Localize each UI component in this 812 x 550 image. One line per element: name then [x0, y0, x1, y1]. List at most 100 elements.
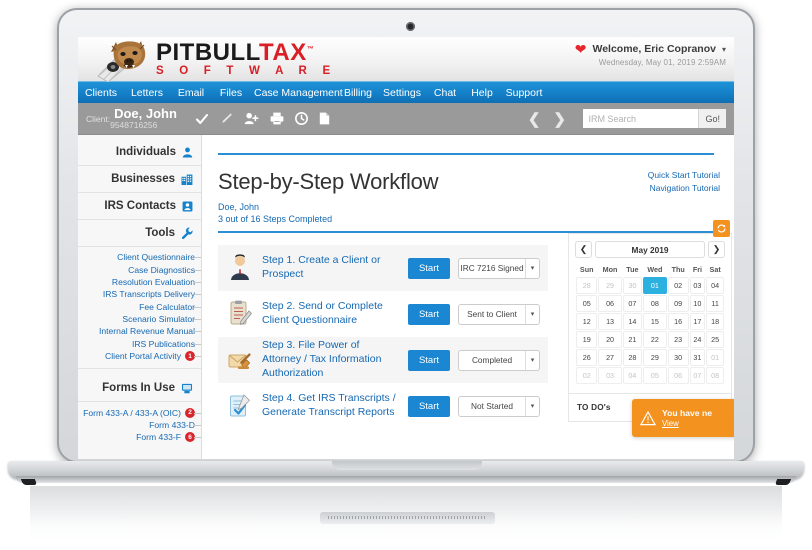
calendar-day-cell[interactable]: 25 [706, 331, 724, 348]
nav-item-settings[interactable]: Settings [378, 87, 426, 99]
step-status-select[interactable]: Not Started ▾ [458, 395, 540, 417]
sidebar-tool-link-7[interactable]: IRS Publications [78, 338, 201, 350]
sidebar-tool-link-3[interactable]: IRS Transcripts Delivery [78, 288, 201, 300]
calendar-day-cell[interactable]: 08 [706, 367, 724, 384]
calendar-day-cell[interactable]: 16 [667, 313, 689, 330]
sidebar-form-link-2[interactable]: Form 433-F 6 [78, 431, 201, 443]
calendar-day-cell[interactable]: 24 [689, 331, 706, 348]
calendar-day-cell[interactable]: 01 [643, 277, 667, 294]
navigation-tutorial-link[interactable]: Navigation Tutorial [648, 182, 720, 195]
sidebar-tool-link-5[interactable]: Scenario Simulator [78, 313, 201, 325]
calendar-day-cell[interactable]: 23 [667, 331, 689, 348]
calendar-day-cell[interactable]: 04 [622, 367, 643, 384]
search-input[interactable] [583, 109, 699, 128]
calendar-day-cell[interactable]: 09 [667, 295, 689, 312]
nav-item-help[interactable]: Help [464, 87, 500, 99]
nav-item-chat[interactable]: Chat [426, 87, 464, 99]
calendar-day-cell[interactable]: 01 [706, 349, 724, 366]
sidebar-item-forms-in-use[interactable]: Forms In Use [78, 375, 201, 403]
calendar-day-cell[interactable]: 21 [622, 331, 643, 348]
calendar-day-cell[interactable]: 28 [622, 349, 643, 366]
step-status-select[interactable]: Sent to Client ▾ [458, 303, 540, 325]
calendar-day-cell[interactable]: 06 [667, 367, 689, 384]
calendar-day-cell[interactable]: 30 [622, 277, 643, 294]
calendar-day-cell[interactable]: 05 [643, 367, 667, 384]
nav-item-files[interactable]: Files [212, 87, 250, 99]
sidebar-tool-link-4[interactable]: Fee Calculator [78, 301, 201, 313]
calendar-day-cell[interactable]: 05 [576, 295, 598, 312]
sidebar-item-irs-contacts[interactable]: IRS Contacts [78, 193, 201, 220]
sidebar-tool-link-1[interactable]: Case Diagnostics [78, 263, 201, 275]
calendar-day-cell[interactable]: 02 [667, 277, 689, 294]
calendar-day-cell[interactable]: 22 [643, 331, 667, 348]
calendar-day-cell[interactable]: 26 [576, 349, 598, 366]
calendar-day-cell[interactable]: 27 [598, 349, 622, 366]
calendar-day-cell[interactable]: 20 [598, 331, 622, 348]
sidebar-tool-link-6[interactable]: Internal Revenue Manual [78, 325, 201, 337]
calendar-month-label[interactable]: May 2019 [595, 241, 705, 258]
calendar-day-cell[interactable]: 29 [598, 277, 622, 294]
calendar-day-cell[interactable]: 17 [689, 313, 706, 330]
nav-item-clients[interactable]: Clients [78, 87, 124, 99]
step-title[interactable]: Step 3. File Power of Attorney / Tax Inf… [262, 339, 400, 381]
refresh-icon[interactable] [713, 220, 730, 237]
calendar-day-cell[interactable]: 02 [576, 367, 598, 384]
chevron-down-icon[interactable]: ▾ [525, 396, 539, 416]
sidebar-form-link-0[interactable]: Form 433-A / 433-A (OIC) 2 [78, 406, 201, 418]
next-record-arrow[interactable]: ❯ [553, 110, 566, 128]
calendar-day-cell[interactable]: 12 [576, 313, 598, 330]
step-status-select[interactable]: Completed ▾ [458, 349, 540, 371]
step-title[interactable]: Step 1. Create a Client or Prospect [262, 254, 400, 282]
chevron-down-icon[interactable]: ▾ [525, 350, 539, 370]
calendar-day-cell[interactable]: 29 [643, 349, 667, 366]
step-title[interactable]: Step 4. Get IRS Transcripts / Generate T… [262, 392, 400, 420]
calendar-day-cell[interactable]: 28 [576, 277, 598, 294]
prev-record-arrow[interactable]: ❮ [528, 110, 541, 128]
calendar-day-cell[interactable]: 31 [689, 349, 706, 366]
calendar-day-cell[interactable]: 03 [598, 367, 622, 384]
calendar-day-cell[interactable]: 10 [689, 295, 706, 312]
nav-item-case-management[interactable]: Case Management [250, 87, 343, 99]
step-start-button[interactable]: Start [407, 349, 450, 371]
step-start-button[interactable]: Start [407, 395, 450, 417]
quick-start-tutorial-link[interactable]: Quick Start Tutorial [648, 169, 720, 182]
calendar-day-cell[interactable]: 18 [706, 313, 724, 330]
calendar-day-cell[interactable]: 30 [667, 349, 689, 366]
calendar-day-cell[interactable]: 07 [622, 295, 643, 312]
step-status-select[interactable]: IRC 7216 Signed ▾ [458, 257, 540, 279]
calendar-next-button[interactable]: ❯ [708, 241, 725, 258]
calendar-day-cell[interactable]: 07 [689, 367, 706, 384]
sidebar-tool-link-0[interactable]: Client Questionnaire [78, 251, 201, 263]
chevron-down-icon[interactable]: ▾ [722, 45, 726, 54]
step-title[interactable]: Step 2. Send or Complete Client Question… [262, 300, 400, 328]
step-start-button[interactable]: Start [407, 303, 450, 325]
check-icon[interactable] [195, 112, 209, 126]
sidebar-item-individuals[interactable]: Individuals [78, 139, 201, 166]
calendar-day-cell[interactable]: 04 [706, 277, 724, 294]
print-icon[interactable] [270, 112, 284, 125]
nav-item-billing[interactable]: Billing [338, 87, 378, 99]
pencil-icon[interactable] [220, 112, 233, 125]
clock-icon[interactable] [294, 112, 308, 125]
nav-item-letters[interactable]: Letters [124, 87, 170, 99]
toast-view-link[interactable]: View [662, 419, 712, 428]
calendar-prev-button[interactable]: ❮ [575, 241, 592, 258]
welcome-user-label[interactable]: Welcome, Eric Copranov [592, 43, 716, 55]
add-user-icon[interactable] [244, 112, 259, 125]
calendar-day-cell[interactable]: 19 [576, 331, 598, 348]
sidebar-item-businesses[interactable]: Businesses [78, 166, 201, 193]
chevron-down-icon[interactable]: ▾ [525, 258, 539, 278]
sidebar-form-link-1[interactable]: Form 433-D [78, 419, 201, 431]
nav-item-email[interactable]: Email [170, 87, 212, 99]
sidebar-tool-link-8[interactable]: Client Portal Activity 1 [78, 350, 201, 362]
calendar-day-cell[interactable]: 14 [622, 313, 643, 330]
chevron-down-icon[interactable]: ▾ [525, 304, 539, 324]
step-start-button[interactable]: Start [407, 257, 450, 279]
brand-logo[interactable]: PITBULLTAX™ S O F T W A R E [88, 37, 336, 82]
nav-item-support[interactable]: Support [500, 87, 548, 99]
notification-toast[interactable]: You have ne View [632, 399, 734, 437]
document-icon[interactable] [319, 112, 330, 125]
calendar-day-cell[interactable]: 13 [598, 313, 622, 330]
calendar-day-cell[interactable]: 11 [706, 295, 724, 312]
calendar-day-cell[interactable]: 06 [598, 295, 622, 312]
